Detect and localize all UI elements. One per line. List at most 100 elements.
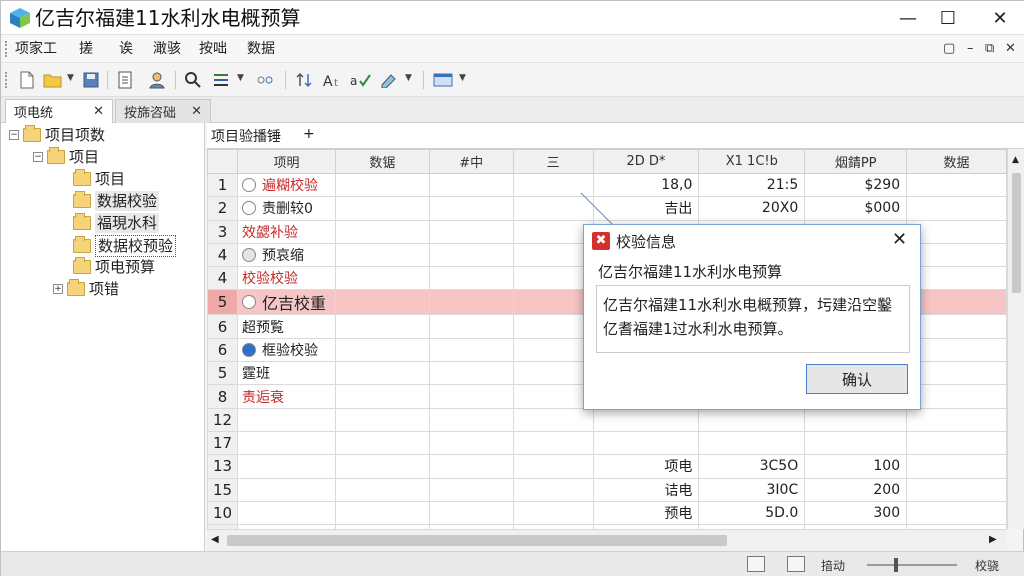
tab-project-system[interactable]: 项电统 ✕: [5, 99, 113, 123]
grid-cell[interactable]: 20X0: [698, 196, 806, 221]
minimize-doc-icon[interactable]: –: [967, 41, 974, 56]
grid-cell[interactable]: [512, 384, 594, 409]
grid-cell[interactable]: [334, 196, 430, 221]
grid-cell[interactable]: 3C5O: [698, 454, 806, 479]
row-number[interactable]: 5: [207, 361, 238, 386]
row-number[interactable]: 4: [207, 242, 238, 268]
grid-cell[interactable]: [512, 477, 594, 502]
grid-cell[interactable]: [334, 242, 430, 268]
add-tab-button[interactable]: +: [303, 126, 315, 142]
row-number[interactable]: 10: [207, 500, 238, 526]
grid-cell[interactable]: [592, 430, 700, 456]
vertical-scrollbar[interactable]: ▲: [1007, 149, 1024, 529]
zoom-slider-track[interactable]: [867, 564, 957, 566]
grid-cell[interactable]: [906, 477, 1007, 502]
expand-toggle-icon[interactable]: +: [53, 284, 63, 294]
menu-item-edit[interactable]: 搓: [79, 40, 93, 58]
grid-cell[interactable]: [334, 477, 430, 502]
grid-cell[interactable]: [906, 266, 1007, 291]
grid-cell[interactable]: [512, 500, 594, 526]
horizontal-scrollbar[interactable]: ◀ ▶: [207, 529, 1007, 551]
grid-cell[interactable]: 预电: [592, 500, 700, 526]
highlight-dropdown-icon[interactable]: ▼: [405, 73, 412, 83]
tab-data-info[interactable]: 按旆咨础 ✕: [115, 99, 211, 123]
grid-cell[interactable]: [592, 407, 700, 432]
grid-cell[interactable]: [428, 384, 514, 409]
format-dropdown-icon[interactable]: ▼: [237, 73, 244, 83]
cell-item-name[interactable]: [236, 500, 336, 526]
grid-cell[interactable]: [512, 289, 594, 316]
menu-item-view[interactable]: 诶: [119, 40, 133, 58]
page-view-icon[interactable]: [747, 556, 765, 572]
search-icon[interactable]: [181, 69, 205, 91]
grid-cell[interactable]: [906, 454, 1007, 479]
tree-node-precheck[interactable]: 数据校预验: [73, 235, 177, 257]
grid-cell[interactable]: [334, 337, 430, 363]
tree-node-budget[interactable]: 项电预算: [73, 257, 155, 277]
sort-icon[interactable]: [293, 69, 317, 91]
grid-cell[interactable]: [512, 454, 594, 479]
print-preview-icon[interactable]: [113, 69, 137, 91]
cell-item-name[interactable]: 校验校验: [236, 266, 336, 291]
column-header[interactable]: 烟錆PP: [804, 149, 908, 174]
float-doc-icon[interactable]: ⧉: [985, 41, 994, 56]
maximize-button[interactable]: ☐: [925, 1, 971, 35]
grid-cell[interactable]: [334, 500, 430, 526]
layout-dropdown-icon[interactable]: ▼: [459, 73, 466, 83]
tree-node-project[interactable]: − 项目: [33, 147, 99, 167]
column-header[interactable]: 三: [512, 149, 594, 174]
tree-node-project-child[interactable]: 项目: [73, 169, 125, 189]
table-row[interactable]: 13 项电 3C5O 100: [207, 454, 1007, 479]
horizontal-scroll-thumb[interactable]: [227, 535, 727, 546]
grid-cell[interactable]: [428, 196, 514, 221]
list-format-icon[interactable]: [209, 69, 233, 91]
row-number[interactable]: 17: [207, 430, 238, 456]
cell-item-name[interactable]: 预哀缩: [236, 242, 336, 268]
cell-item-name[interactable]: 亿吉校重: [236, 289, 336, 316]
grid-cell[interactable]: [334, 361, 430, 386]
confirm-button[interactable]: 确认: [806, 364, 908, 394]
row-number[interactable]: 15: [207, 477, 238, 502]
grid-cell[interactable]: [512, 266, 594, 291]
cell-item-name[interactable]: [236, 477, 336, 502]
grid-cell[interactable]: 300: [804, 500, 908, 526]
grid-cell[interactable]: [512, 242, 594, 268]
save-icon[interactable]: [79, 69, 103, 91]
grid-cell[interactable]: [334, 384, 430, 409]
grid-cell[interactable]: [512, 314, 594, 339]
grid-cell[interactable]: [906, 289, 1007, 316]
table-row[interactable]: 12: [207, 407, 1007, 432]
grid-cell[interactable]: [428, 500, 514, 526]
grid-cell[interactable]: $290: [804, 172, 908, 198]
column-header[interactable]: 2D D*: [592, 149, 700, 174]
layout-view-icon[interactable]: [787, 556, 805, 572]
grid-cell[interactable]: [428, 430, 514, 456]
grid-cell[interactable]: [906, 500, 1007, 526]
tab-close-icon[interactable]: ✕: [191, 104, 202, 119]
grid-cell[interactable]: [428, 454, 514, 479]
tree-node-root[interactable]: − 项目项数: [9, 125, 105, 145]
restore-doc-icon[interactable]: ▢: [943, 41, 955, 56]
grid-cell[interactable]: [334, 454, 430, 479]
cell-item-name[interactable]: 霆班: [236, 361, 336, 386]
cell-item-name[interactable]: 超预覧: [236, 314, 336, 339]
tree-node-errors[interactable]: + 项错: [53, 279, 119, 299]
grid-cell[interactable]: [906, 314, 1007, 339]
grid-cell[interactable]: [804, 407, 908, 432]
grid-cell[interactable]: [428, 242, 514, 268]
grid-cell[interactable]: [428, 337, 514, 363]
grid-cell[interactable]: 3I0C: [698, 477, 806, 502]
grid-cell[interactable]: [334, 219, 430, 244]
grid-cell[interactable]: [906, 242, 1007, 268]
cell-item-name[interactable]: 效勰补验: [236, 219, 336, 244]
grid-cell[interactable]: [334, 407, 430, 432]
highlight-icon[interactable]: [377, 69, 401, 91]
grid-cell[interactable]: $000: [804, 196, 908, 221]
column-header[interactable]: #中: [428, 149, 514, 174]
window-layout-icon[interactable]: [431, 69, 455, 91]
grid-cell[interactable]: [512, 337, 594, 363]
menu-item-data[interactable]: 数据: [247, 40, 275, 58]
grid-cell[interactable]: [804, 430, 908, 456]
grid-cell[interactable]: [512, 407, 594, 432]
close-button[interactable]: ✕: [977, 1, 1023, 35]
